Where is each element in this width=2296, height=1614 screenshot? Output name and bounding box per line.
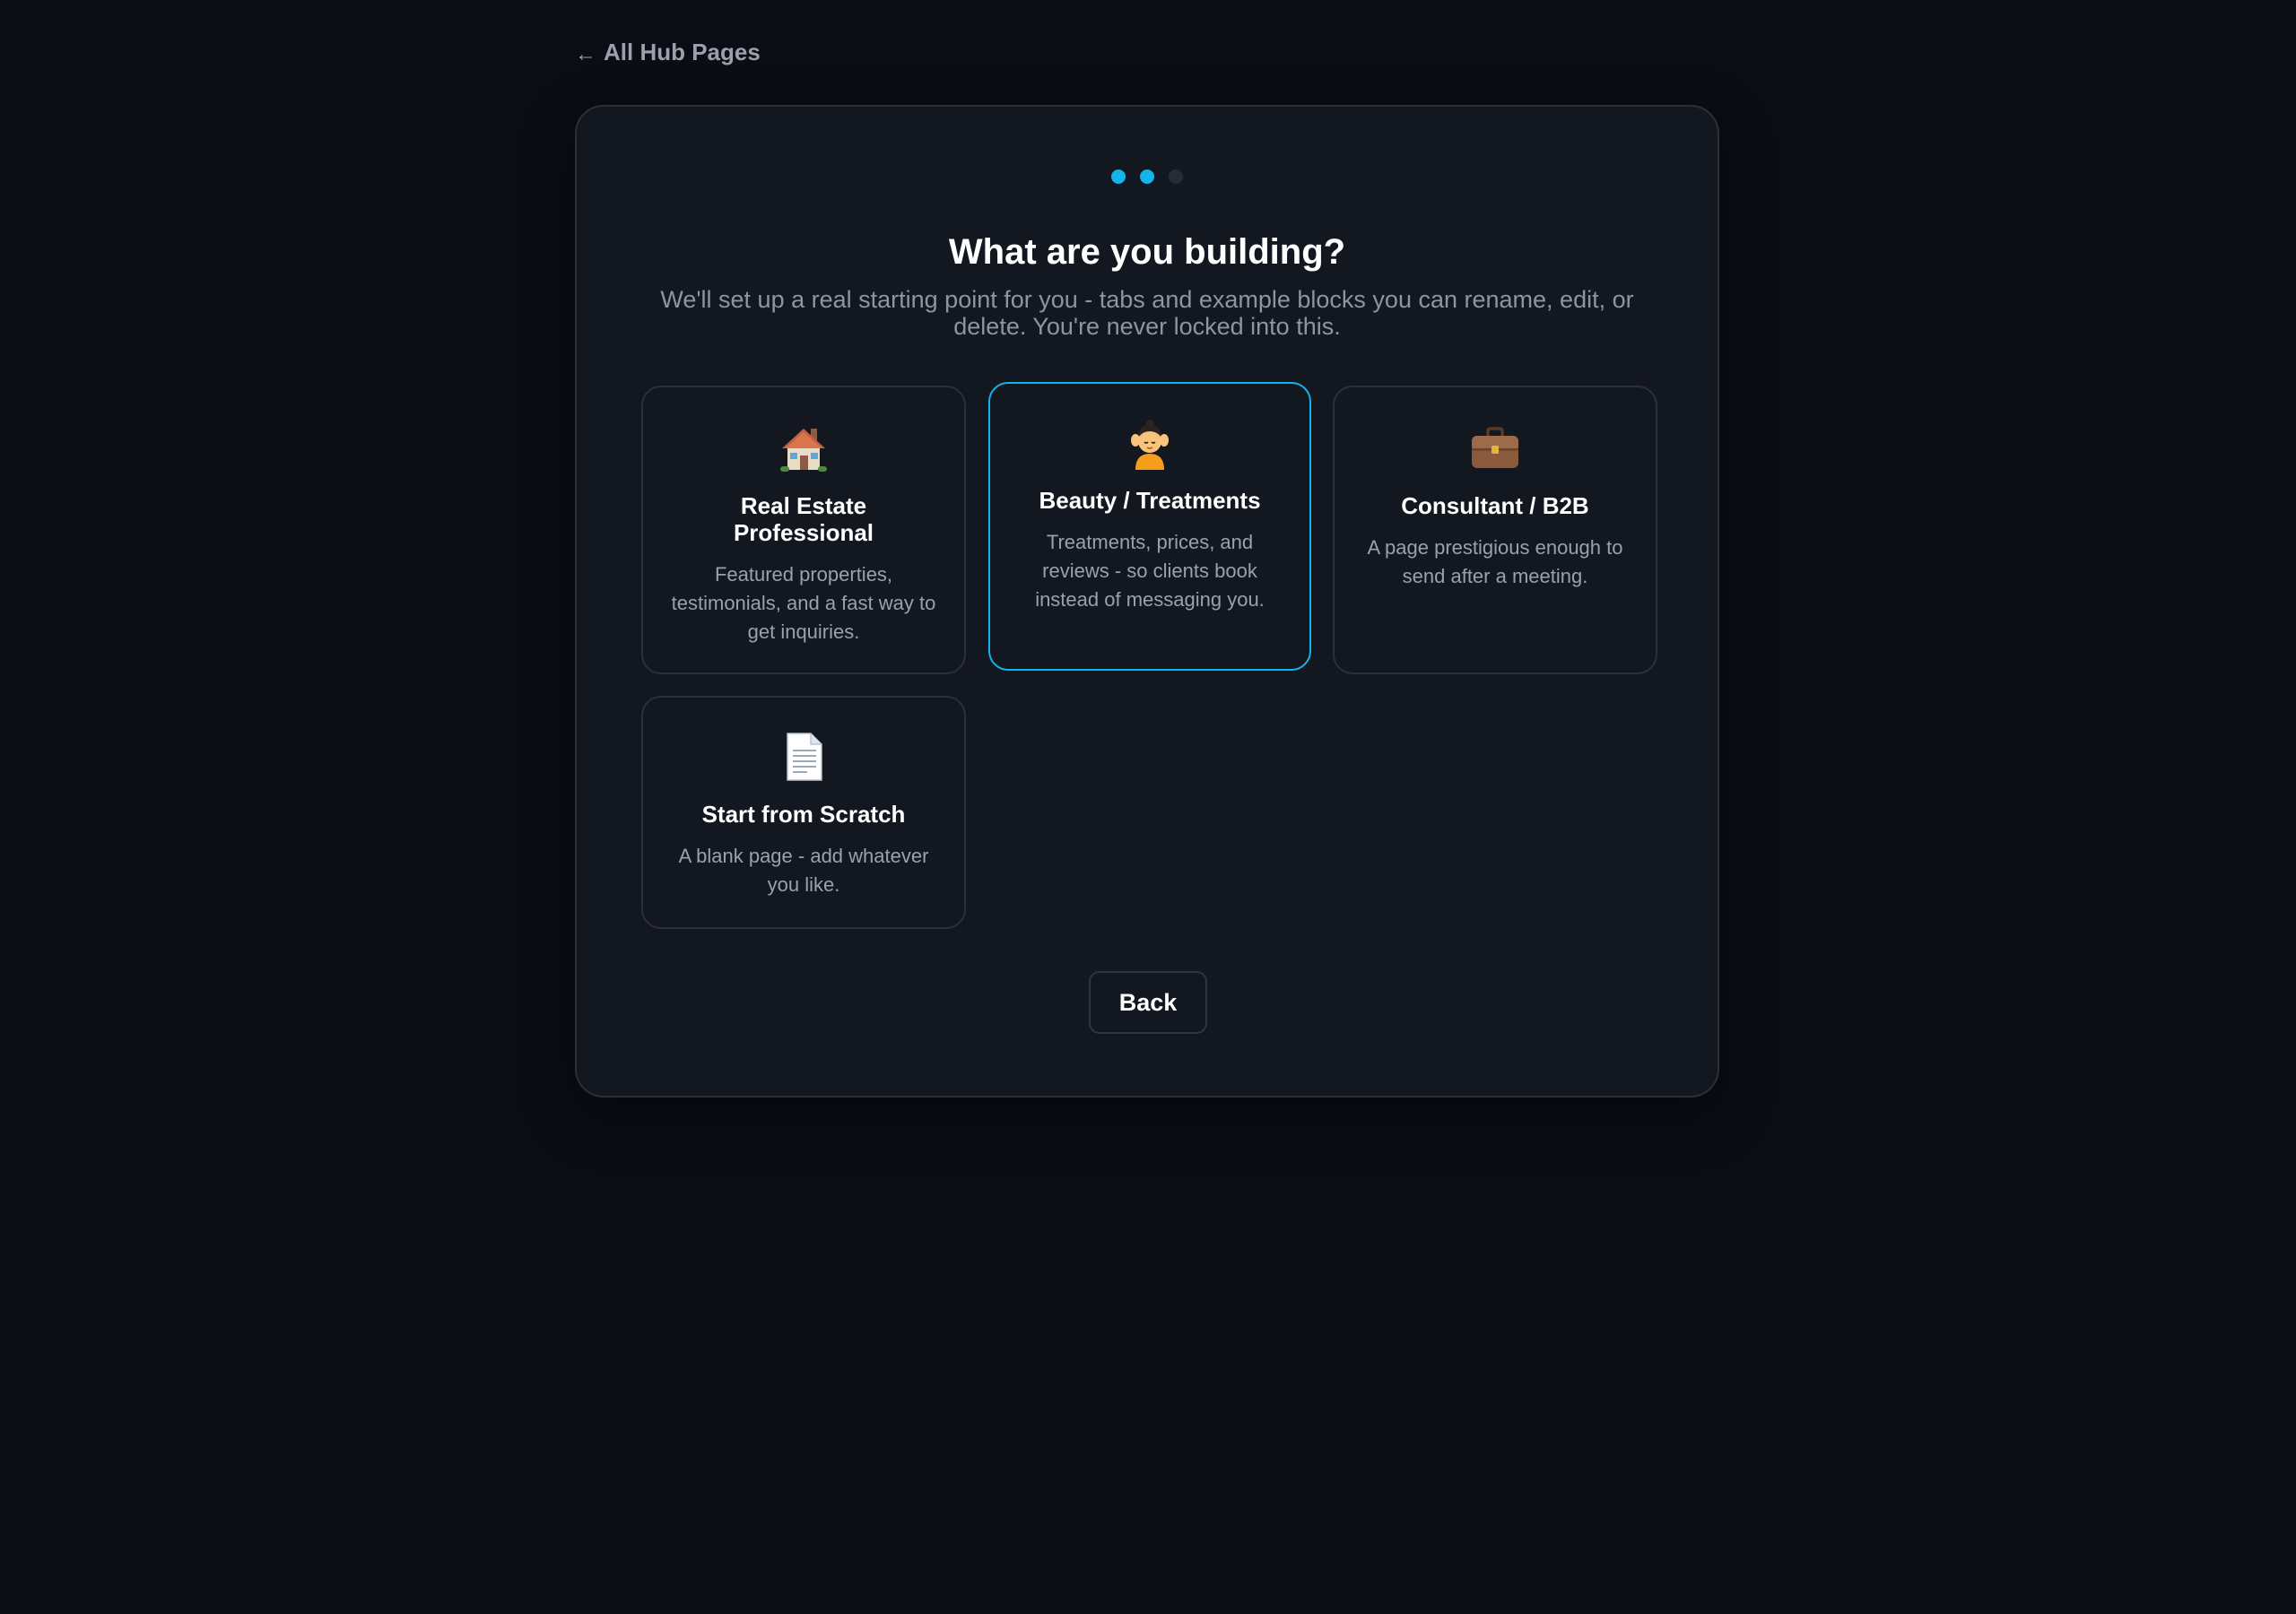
page-title: What are you building? xyxy=(948,232,1346,272)
house-icon xyxy=(777,421,831,475)
option-title: Start from Scratch xyxy=(701,801,906,828)
option-description: Featured properties, testimonials, and a… xyxy=(671,563,936,643)
option-description: A blank page - add whatever you like. xyxy=(678,845,929,896)
step-dot-3 xyxy=(1169,169,1183,184)
back-arrow-icon: ← xyxy=(575,42,596,66)
briefcase-icon xyxy=(1468,421,1522,475)
option-title: Real Estate Professional xyxy=(733,492,874,546)
step-indicator xyxy=(577,169,1718,184)
step-dot-2 xyxy=(1140,169,1154,184)
option-real-estate[interactable]: Real Estate Professional Featured proper… xyxy=(641,386,966,674)
option-consultant-b2b[interactable]: Consultant / B2B A page prestigious enou… xyxy=(1333,386,1657,674)
all-hub-pages-link[interactable]: ← All Hub Pages xyxy=(575,38,761,67)
option-description: Treatments, prices, and reviews - so cli… xyxy=(1035,531,1265,611)
page-subtitle: We'll set up a real starting point for y… xyxy=(660,286,1634,340)
option-start-from-scratch[interactable]: Start from Scratch A blank page - add wh… xyxy=(641,696,966,929)
option-title: Beauty / Treatments xyxy=(1039,487,1261,514)
option-title: Consultant / B2B xyxy=(1401,492,1589,519)
massage-face-icon xyxy=(1123,416,1177,470)
option-beauty-treatments[interactable]: Beauty / Treatments Treatments, prices, … xyxy=(988,382,1311,671)
step-dot-1 xyxy=(1111,169,1126,184)
wizard-card: What are you building? We'll set up a re… xyxy=(575,105,1719,1098)
option-description: A page prestigious enough to send after … xyxy=(1367,536,1623,587)
page: ← All Hub Pages What are you building? W… xyxy=(0,0,2296,1614)
document-icon xyxy=(777,730,831,784)
back-button[interactable]: Back xyxy=(1089,971,1207,1034)
back-link-label: All Hub Pages xyxy=(604,38,761,65)
